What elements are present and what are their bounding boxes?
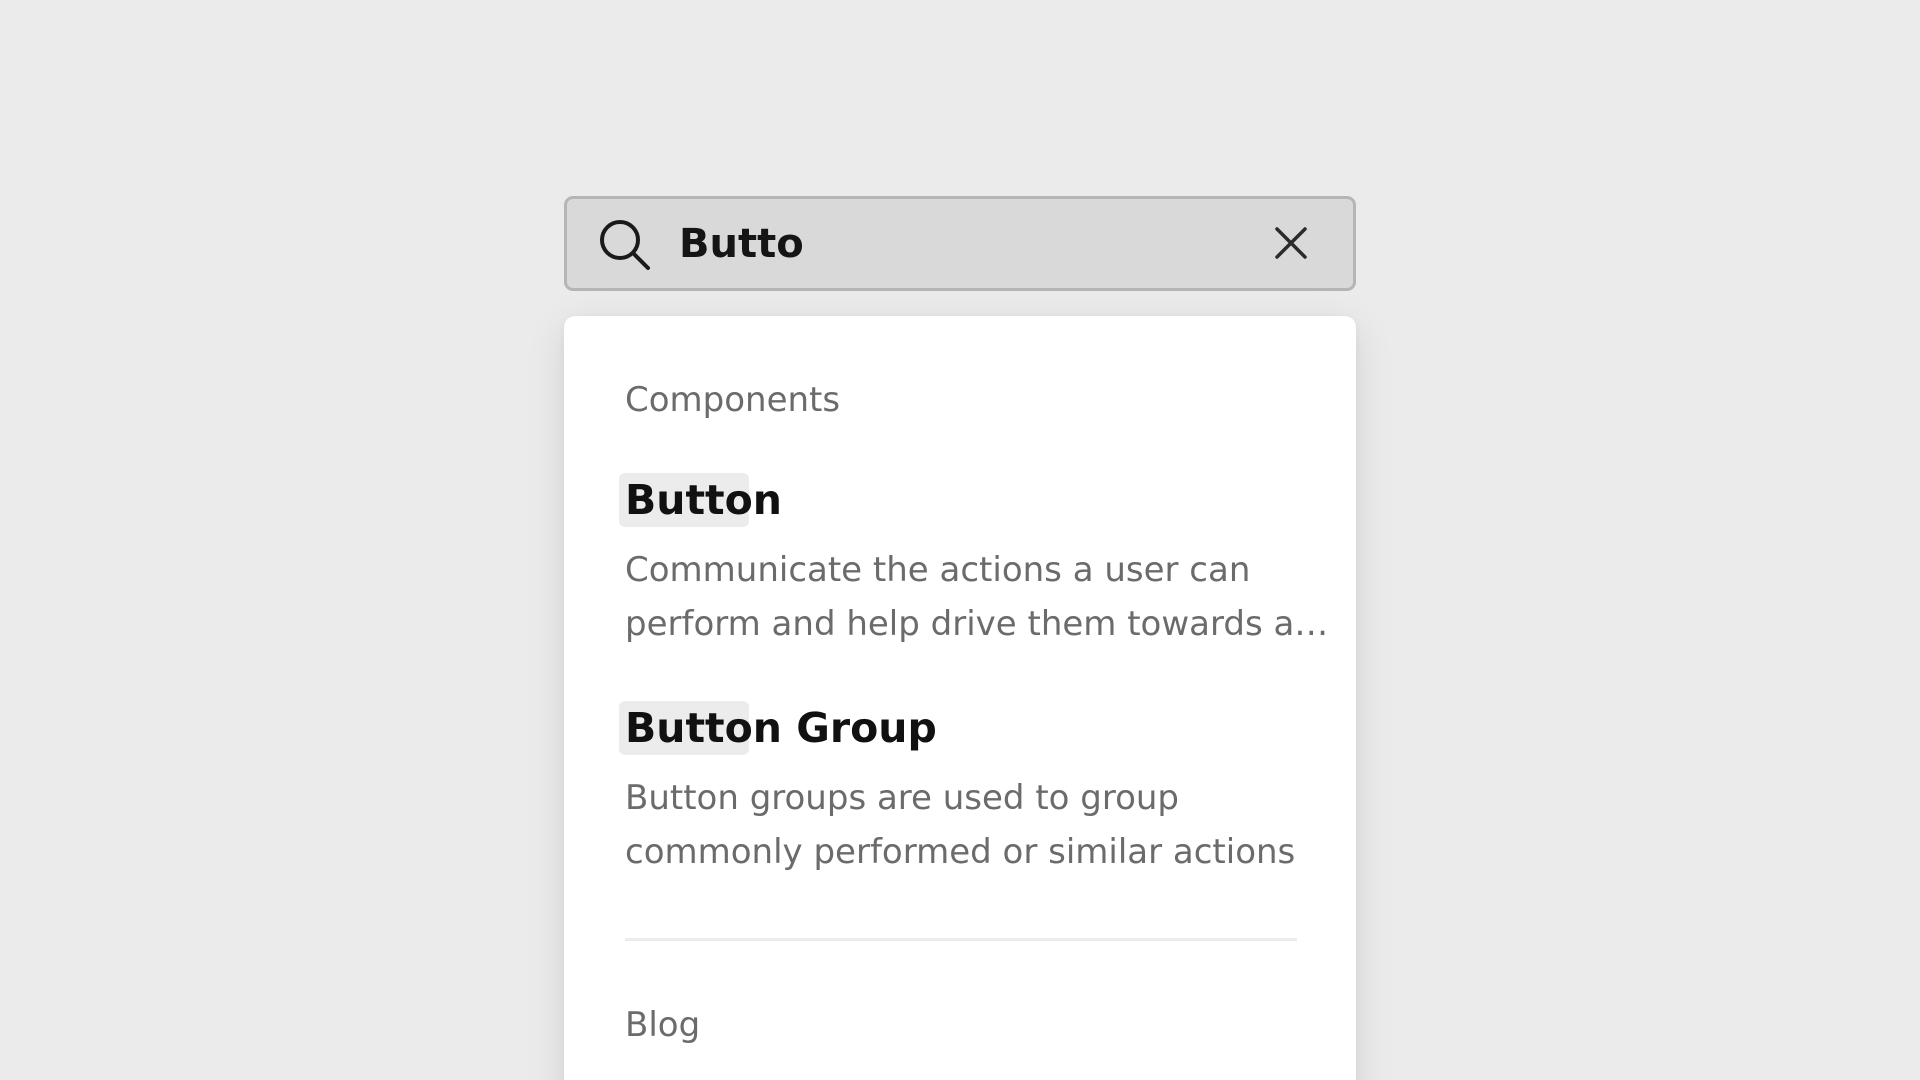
result-description-line: perform and help drive them towards a…: [625, 604, 1329, 644]
search-results-panel: Components Button Communicate the action…: [564, 316, 1356, 1080]
section-divider: [625, 938, 1297, 941]
search-bar[interactable]: [564, 196, 1356, 291]
result-item-button[interactable]: Button Communicate the actions a user ca…: [619, 473, 1329, 651]
close-icon[interactable]: [1273, 225, 1309, 261]
result-description-line: Button groups are used to group: [625, 778, 1180, 818]
result-title: Button Group: [619, 701, 937, 755]
search-input[interactable]: [679, 199, 1239, 288]
result-title: Button: [619, 473, 782, 527]
result-description-line: commonly performed or similar actions: [625, 832, 1296, 872]
section-label-components: Components: [625, 380, 841, 420]
result-item-button-group[interactable]: Button Group Button groups are used to g…: [619, 701, 1319, 879]
result-description-line: Communicate the actions a user can: [625, 550, 1251, 590]
search-icon: [600, 220, 650, 270]
result-description: Button groups are used to group commonly…: [619, 771, 1315, 879]
page: Components Button Communicate the action…: [0, 0, 1920, 1080]
result-description: Communicate the actions a user can perfo…: [619, 543, 1329, 651]
section-label-blog: Blog: [625, 1005, 701, 1045]
